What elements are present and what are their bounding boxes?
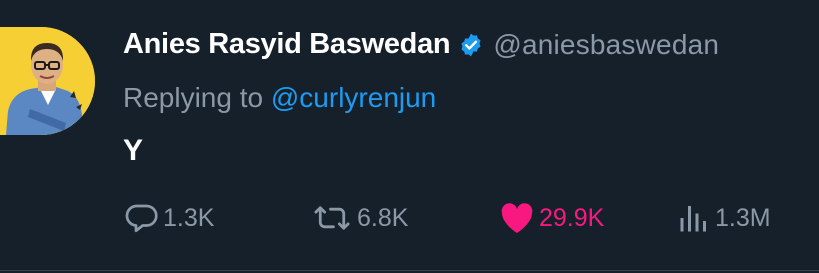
divider bbox=[0, 270, 819, 271]
views-button[interactable]: 1.3M bbox=[676, 200, 771, 236]
avatar-illustration-icon bbox=[0, 27, 95, 135]
views-icon bbox=[680, 206, 706, 232]
like-button[interactable]: 29.9K bbox=[498, 200, 604, 236]
tweet[interactable]: Anies Rasyid Baswedan @aniesbaswedan Rep… bbox=[0, 0, 819, 273]
like-count: 29.9K bbox=[539, 203, 605, 232]
tweet-text: Y bbox=[123, 134, 144, 167]
replying-prefix: Replying to bbox=[123, 82, 264, 113]
replying-to-mention-link[interactable]: @curlyrenjun bbox=[271, 82, 436, 113]
author-name[interactable]: Anies Rasyid Baswedan bbox=[123, 28, 451, 61]
retweet-count: 6.8K bbox=[357, 203, 409, 232]
tweet-header: Anies Rasyid Baswedan @aniesbaswedan bbox=[123, 28, 719, 61]
heart-icon bbox=[501, 203, 533, 234]
tweet-actions: 1.3K 6.8K 29.9K 1.3M bbox=[0, 200, 819, 244]
retweet-button[interactable]: 6.8K bbox=[310, 200, 408, 236]
reply-count: 1.3K bbox=[163, 203, 215, 232]
avatar[interactable] bbox=[0, 27, 95, 135]
author-handle[interactable]: @aniesbaswedan bbox=[493, 29, 719, 61]
replying-to: Replying to @curlyrenjun bbox=[123, 82, 436, 114]
reply-icon bbox=[125, 204, 158, 233]
reply-button[interactable]: 1.3K bbox=[124, 200, 214, 236]
view-count: 1.3M bbox=[715, 203, 771, 232]
verified-badge-icon bbox=[458, 32, 484, 58]
retweet-icon bbox=[314, 206, 350, 230]
